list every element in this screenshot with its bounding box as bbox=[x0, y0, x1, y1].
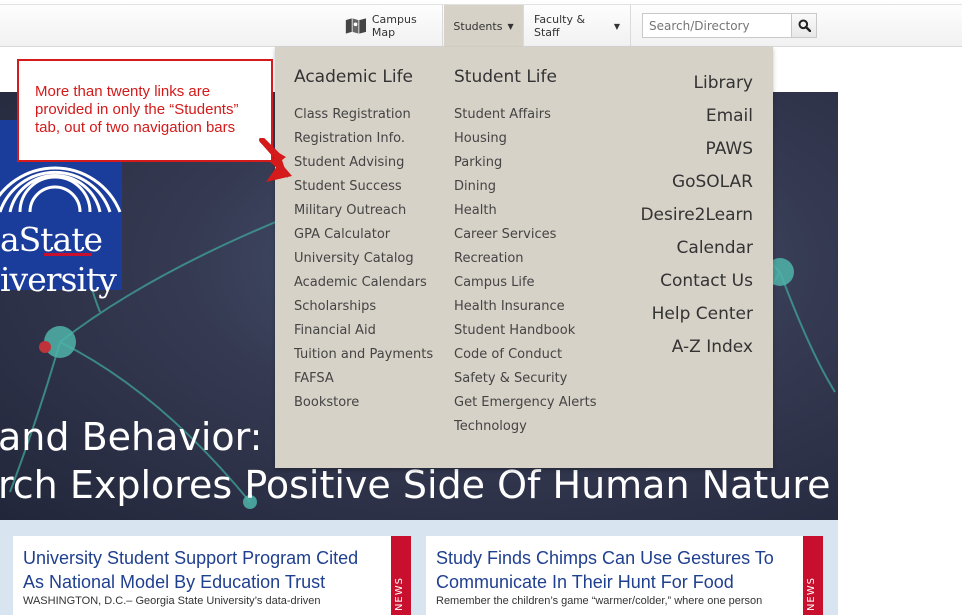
top-navigation-bar: Campus Map Students ▼ Faculty & Staff ▼ bbox=[0, 0, 962, 47]
quick-link-gosolar[interactable]: GoSOLAR bbox=[640, 166, 753, 199]
quick-link-a-z-index[interactable]: A-Z Index bbox=[640, 331, 753, 364]
dropdown-link-academic-calendars[interactable]: Academic Calendars bbox=[294, 271, 433, 295]
dropdown-link-technology[interactable]: Technology bbox=[454, 415, 596, 439]
student-life-column: Student Life Student Affairs Housing Par… bbox=[454, 67, 596, 439]
quick-link-help-center[interactable]: Help Center bbox=[640, 298, 753, 331]
map-icon bbox=[345, 18, 367, 34]
faculty-staff-tab[interactable]: Faculty & Staff ▼ bbox=[523, 5, 631, 47]
quick-link-desire2learn[interactable]: Desire2Learn bbox=[640, 199, 753, 232]
dropdown-link-fafsa[interactable]: FAFSA bbox=[294, 367, 433, 391]
student-life-heading: Student Life bbox=[454, 67, 557, 87]
dropdown-link-recreation[interactable]: Recreation bbox=[454, 247, 596, 271]
dropdown-link-health-insurance[interactable]: Health Insurance bbox=[454, 295, 596, 319]
faculty-staff-tab-label: Faculty & Staff bbox=[534, 13, 586, 39]
quick-link-paws[interactable]: PAWS bbox=[640, 133, 753, 166]
dropdown-link-student-affairs[interactable]: Student Affairs bbox=[454, 103, 596, 127]
news-card-text: Remember the children’s game “warmer/col… bbox=[436, 595, 763, 607]
campus-map-link[interactable]: Campus Map bbox=[335, 5, 443, 47]
dropdown-link-campus-life[interactable]: Campus Life bbox=[454, 271, 596, 295]
dropdown-link-bookstore[interactable]: Bookstore bbox=[294, 391, 433, 415]
news-card-text: WASHINGTON, D.C.– Georgia State Universi… bbox=[23, 595, 321, 607]
red-arrow-icon bbox=[259, 138, 292, 182]
quick-links-column: Library Email PAWS GoSOLAR Desire2Learn … bbox=[640, 67, 753, 364]
students-tab[interactable]: Students ▼ bbox=[444, 5, 523, 47]
news-tab[interactable]: NEWS bbox=[803, 536, 823, 615]
dropdown-link-health[interactable]: Health bbox=[454, 199, 596, 223]
news-card-title[interactable]: University Student Support Program Cited… bbox=[23, 546, 373, 594]
dropdown-link-gpa-calculator[interactable]: GPA Calculator bbox=[294, 223, 433, 247]
logo-red-rule bbox=[44, 253, 92, 256]
students-tab-label: Students bbox=[453, 19, 503, 33]
dropdown-link-safety-and-security[interactable]: Safety & Security bbox=[454, 367, 596, 391]
dropdown-link-scholarships[interactable]: Scholarships bbox=[294, 295, 433, 319]
dropdown-link-class-registration[interactable]: Class Registration bbox=[294, 103, 433, 127]
quick-link-library[interactable]: Library bbox=[640, 67, 753, 100]
news-tab-label: NEWS bbox=[806, 576, 817, 611]
dropdown-link-housing[interactable]: Housing bbox=[454, 127, 596, 151]
logo-text-line-2: iversity bbox=[0, 260, 117, 299]
news-cards-section: University Student Support Program Cited… bbox=[0, 520, 838, 615]
dropdown-link-tuition-and-payments[interactable]: Tuition and Payments bbox=[294, 343, 433, 367]
news-tab[interactable]: NEWS bbox=[391, 536, 411, 615]
search-icon bbox=[798, 19, 811, 32]
hero-title-line-2: rch Explores Positive Side Of Human Natu… bbox=[0, 463, 831, 507]
dropdown-link-registration-info[interactable]: Registration Info. bbox=[294, 127, 433, 151]
quick-link-contact-us[interactable]: Contact Us bbox=[640, 265, 753, 298]
campus-map-label: Campus Map bbox=[371, 13, 417, 39]
news-card[interactable]: Study Finds Chimps Can Use Gestures To C… bbox=[426, 536, 803, 615]
quick-link-calendar[interactable]: Calendar bbox=[640, 232, 753, 265]
students-dropdown-menu: Academic Life Class Registration Registr… bbox=[275, 47, 773, 468]
annotation-callout: More than twenty links are provided in o… bbox=[17, 59, 273, 162]
dropdown-link-military-outreach[interactable]: Military Outreach bbox=[294, 199, 433, 223]
chevron-down-icon: ▼ bbox=[507, 21, 514, 31]
dropdown-link-dining[interactable]: Dining bbox=[454, 175, 596, 199]
dropdown-link-get-emergency-alerts[interactable]: Get Emergency Alerts bbox=[454, 391, 596, 415]
quick-link-email[interactable]: Email bbox=[640, 100, 753, 133]
hero-title-line-1: and Behavior: bbox=[0, 415, 263, 459]
chevron-down-icon: ▼ bbox=[613, 21, 620, 31]
dropdown-link-financial-aid[interactable]: Financial Aid bbox=[294, 319, 433, 343]
dropdown-link-career-services[interactable]: Career Services bbox=[454, 223, 596, 247]
academic-life-column: Academic Life Class Registration Registr… bbox=[294, 67, 433, 415]
search-input[interactable] bbox=[642, 13, 792, 38]
dropdown-link-student-advising[interactable]: Student Advising bbox=[294, 151, 433, 175]
dropdown-link-parking[interactable]: Parking bbox=[454, 151, 596, 175]
news-tab-label: NEWS bbox=[394, 576, 405, 611]
dropdown-link-university-catalog[interactable]: University Catalog bbox=[294, 247, 433, 271]
news-card-title[interactable]: Study Finds Chimps Can Use Gestures To C… bbox=[436, 546, 786, 594]
academic-life-heading: Academic Life bbox=[294, 67, 414, 87]
search-button[interactable] bbox=[791, 13, 817, 38]
news-card[interactable]: University Student Support Program Cited… bbox=[13, 536, 391, 615]
dropdown-link-student-handbook[interactable]: Student Handbook bbox=[454, 319, 596, 343]
dropdown-link-student-success[interactable]: Student Success bbox=[294, 175, 433, 199]
dropdown-link-code-of-conduct[interactable]: Code of Conduct bbox=[454, 343, 596, 367]
